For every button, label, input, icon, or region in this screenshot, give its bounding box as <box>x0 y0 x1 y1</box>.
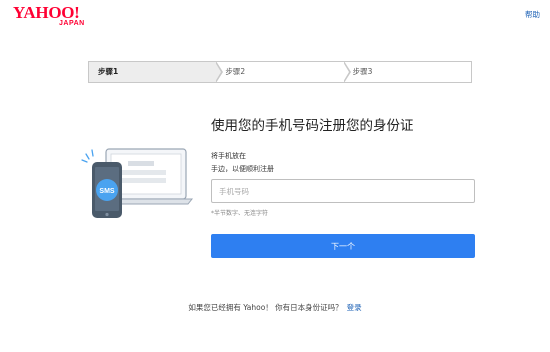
step-1: 步骤1 <box>89 61 224 83</box>
yahoo-japan-logo[interactable]: YAHOO! JAPAN <box>13 4 93 28</box>
step-2: 步骤2 <box>216 61 351 83</box>
next-button[interactable]: 下一个 <box>211 234 475 258</box>
footer-question: 如果您已经拥有 Yahoo！ 你有日本身份证吗？ <box>188 303 343 312</box>
step-1-arrow <box>215 61 224 83</box>
phone-laptop-illustration: SMS <box>81 148 194 218</box>
registration-stepper: 步骤1 步骤2 步骤3 <box>88 61 472 83</box>
sms-bubble-icon: SMS <box>96 179 118 201</box>
instruction-line-2: 手边，以便顺利注册 <box>211 165 274 173</box>
logo-subtext: JAPAN <box>59 20 85 27</box>
login-link[interactable]: 登录 <box>347 303 362 312</box>
input-hint: *半节数字、无连字符 <box>211 210 269 217</box>
step-3-label: 步骤3 <box>352 67 373 76</box>
help-link[interactable]: 帮助 <box>525 9 540 20</box>
signal-icon <box>81 149 94 163</box>
page-title: 使用您的手机号码注册您的身份证 <box>211 118 414 134</box>
step-2-arrow <box>342 61 351 83</box>
instruction-text: 将手机放在 手边，以便顺利注册 <box>211 150 274 176</box>
step-1-label: 步骤1 <box>98 67 119 76</box>
footer-login-prompt: 如果您已经拥有 Yahoo！ 你有日本身份证吗？ 登录 <box>0 302 550 313</box>
instruction-line-1: 将手机放在 <box>211 152 246 160</box>
sms-label: SMS <box>99 188 115 195</box>
phone-number-input[interactable] <box>211 179 475 203</box>
step-2-label: 步骤2 <box>225 67 246 76</box>
step-3: 步骤3 <box>343 62 471 82</box>
